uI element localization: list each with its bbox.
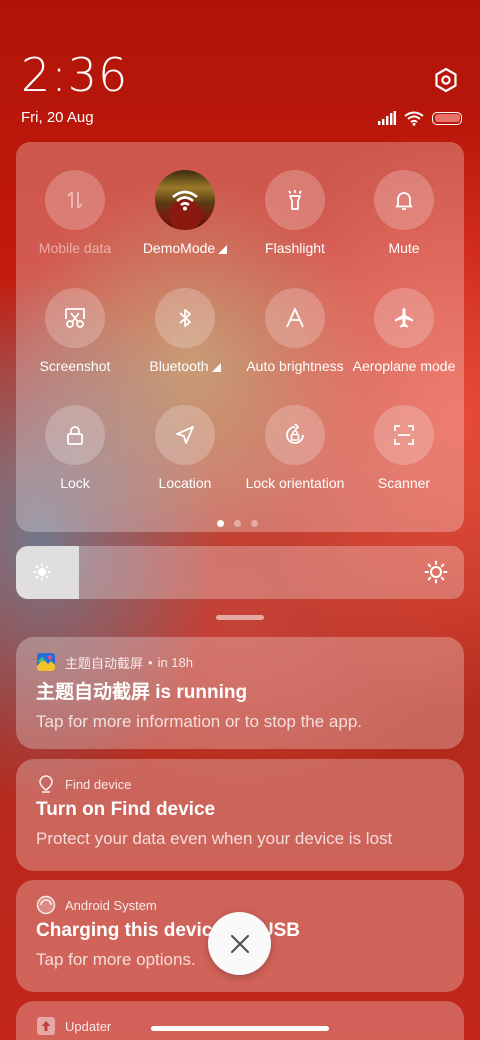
drag-handle[interactable] xyxy=(216,615,264,620)
system-icons xyxy=(378,108,462,128)
home-indicator[interactable] xyxy=(151,1026,329,1031)
brightness-high-icon xyxy=(424,560,448,584)
auto-brightness-toggle[interactable] xyxy=(265,288,325,348)
wifi-icon xyxy=(172,190,198,211)
notification-title: 主题自动截屏 is running xyxy=(36,682,248,703)
mute-toggle[interactable] xyxy=(374,170,434,230)
tile-label: Lock xyxy=(60,475,90,491)
tile-auto-brightness[interactable]: Auto brightness xyxy=(240,288,350,374)
wifi-icon xyxy=(404,111,424,126)
bluetooth-icon xyxy=(179,309,191,327)
tile-label: Scanner xyxy=(377,475,431,491)
expand-triangle-icon xyxy=(218,245,228,254)
mobile-data-icon xyxy=(67,191,83,209)
lock-orientation-icon xyxy=(286,423,304,444)
tile-scanner[interactable]: Scanner xyxy=(349,405,459,491)
tile-label-text: DemoMode xyxy=(142,240,216,256)
notification-card[interactable]: Updater xyxy=(16,1001,464,1040)
tile-flashlight[interactable]: Flashlight xyxy=(240,170,350,256)
flashlight-toggle[interactable] xyxy=(265,170,325,230)
brightness-low-icon xyxy=(33,563,51,581)
notification-app-name: Updater xyxy=(65,1018,112,1034)
screenshot-icon xyxy=(65,308,85,328)
flashlight-icon xyxy=(288,190,302,210)
auto-brightness-icon xyxy=(286,308,304,328)
tile-aeroplane-mode[interactable]: Aeroplane mode xyxy=(349,288,459,374)
find-device-icon xyxy=(36,774,56,794)
location-toggle[interactable] xyxy=(155,405,215,465)
status-bar: 2:36 Fri, 20 Aug xyxy=(0,0,480,140)
bluetooth-toggle[interactable] xyxy=(155,288,215,348)
notification-app-name: Find device xyxy=(65,776,132,792)
scanner-icon xyxy=(394,425,414,445)
notification-header: Find device xyxy=(36,773,444,795)
tile-label-text: Bluetooth xyxy=(149,358,209,374)
tile-lock-orientation[interactable]: Lock orientation xyxy=(240,405,350,491)
notification-app-name: Android System xyxy=(65,897,157,913)
tile-label: Aeroplane mode xyxy=(352,358,456,374)
tile-label: Lock orientation xyxy=(245,475,345,491)
page-indicator xyxy=(217,520,258,527)
tile-label: Screenshot xyxy=(39,358,111,374)
location-icon xyxy=(176,426,194,444)
page-dot[interactable] xyxy=(251,520,258,527)
notification-body: Protect your data even when your device … xyxy=(36,829,393,848)
settings-button[interactable] xyxy=(432,66,460,94)
tile-label: Bluetooth xyxy=(130,358,240,374)
updater-icon xyxy=(36,1016,56,1036)
scanner-toggle[interactable] xyxy=(374,405,434,465)
tile-screenshot[interactable]: Screenshot xyxy=(20,288,130,374)
android-system-icon xyxy=(36,895,56,915)
notification-card[interactable]: 主题自动截屏 • in 18h 主题自动截屏 is running Tap fo… xyxy=(16,637,464,749)
battery-icon xyxy=(432,111,462,125)
tile-label: Location xyxy=(158,475,212,491)
tile-location[interactable]: Location xyxy=(130,405,240,491)
clock: 2:36 xyxy=(21,48,129,102)
gear-icon xyxy=(435,67,457,93)
notification-app-name: 主题自动截屏 xyxy=(65,655,144,671)
theme-app-icon xyxy=(36,652,56,672)
separator-dot: • xyxy=(148,654,153,670)
notification-time: in 18h xyxy=(157,654,193,670)
airplane-icon xyxy=(395,308,413,328)
tile-label: Auto brightness xyxy=(246,358,344,374)
close-icon xyxy=(230,934,249,953)
tile-label: Flashlight xyxy=(265,240,325,256)
tile-bluetooth[interactable]: Bluetooth xyxy=(130,288,240,374)
signal-icon xyxy=(378,111,396,125)
wifi-toggle[interactable] xyxy=(155,170,215,230)
page-dot[interactable] xyxy=(217,520,224,527)
battery-fill xyxy=(434,114,460,122)
notification-header: 主题自动截屏 • in 18h xyxy=(36,651,444,673)
screenshot-toggle[interactable] xyxy=(45,288,105,348)
brightness-slider[interactable] xyxy=(16,546,464,599)
tile-label: Mobile data xyxy=(38,240,112,256)
notification-card[interactable]: Find device Turn on Find device Protect … xyxy=(16,759,464,871)
aeroplane-toggle[interactable] xyxy=(374,288,434,348)
notification-body: Tap for more information or to stop the … xyxy=(36,712,363,731)
clear-all-button[interactable] xyxy=(208,912,271,975)
mobile-data-toggle[interactable] xyxy=(45,170,105,230)
expand-triangle-icon xyxy=(211,363,221,372)
notification-title: Turn on Find device xyxy=(36,799,216,820)
quick-settings-panel: Mobile data DemoMode Flashlight Mute Scr… xyxy=(16,142,464,532)
tile-demomode[interactable]: DemoMode xyxy=(130,170,240,256)
tile-label: DemoMode xyxy=(130,240,240,256)
date: Fri, 20 Aug xyxy=(21,109,94,126)
tile-label: Mute xyxy=(388,240,420,256)
page-dot[interactable] xyxy=(234,520,241,527)
lock-toggle[interactable] xyxy=(45,405,105,465)
tile-mobile-data[interactable]: Mobile data xyxy=(20,170,130,256)
bell-icon xyxy=(395,192,413,210)
lock-orientation-toggle[interactable] xyxy=(265,405,325,465)
tile-mute[interactable]: Mute xyxy=(349,170,459,256)
lock-icon xyxy=(67,426,83,445)
tile-lock[interactable]: Lock xyxy=(20,405,130,491)
